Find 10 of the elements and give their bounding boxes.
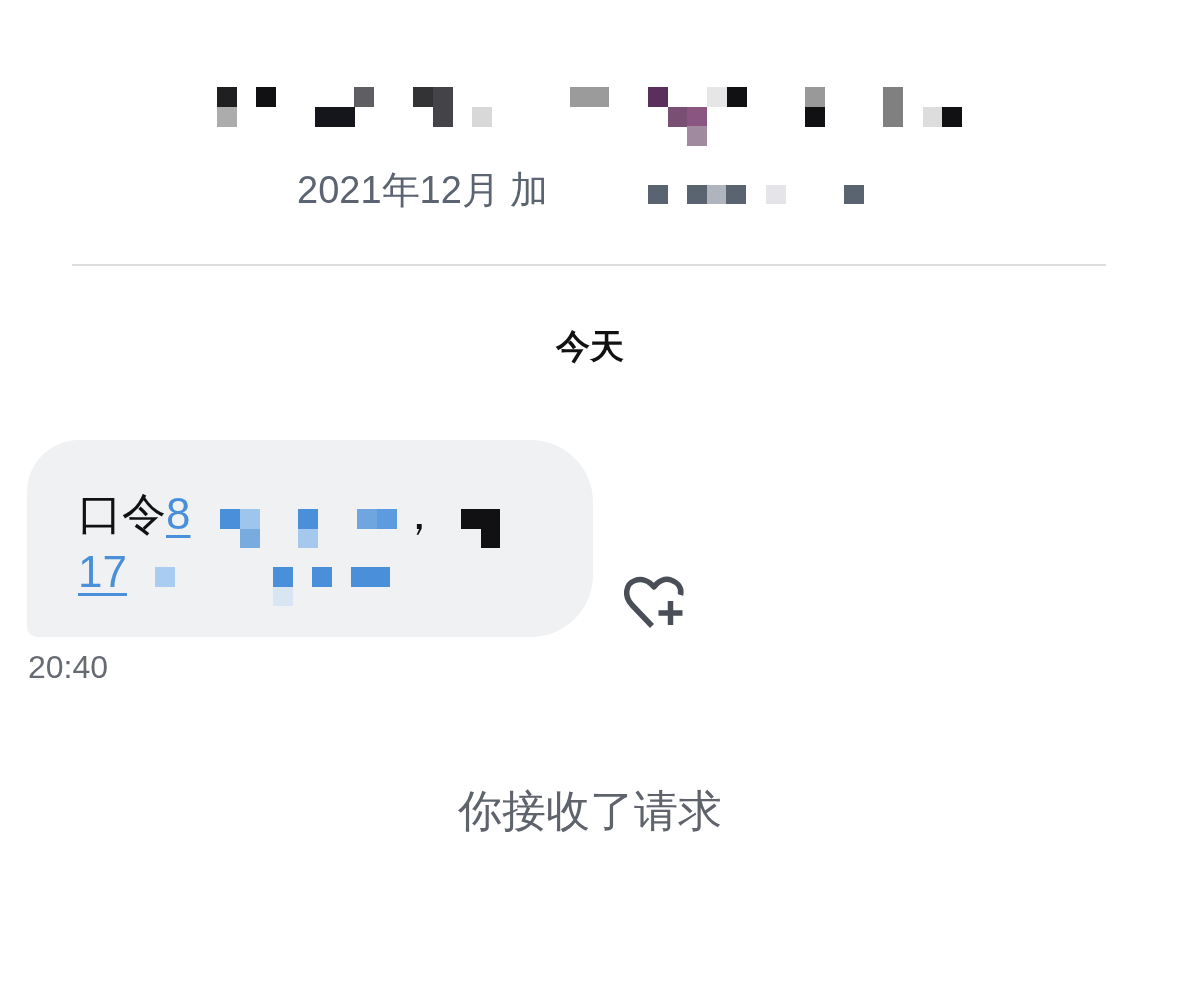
system-notice: 你接收了请求	[457, 785, 722, 836]
message-time: 20:40	[28, 648, 109, 685]
date-text: 2021年12月 加	[297, 167, 549, 212]
message-text: ，	[396, 487, 441, 540]
pixelation-drawing	[460, 508, 501, 548]
message-text: 口令	[78, 487, 166, 540]
date-separator: 今天	[555, 325, 624, 366]
message-link[interactable]: 8	[166, 484, 191, 543]
heart-plus-icon[interactable]	[623, 574, 685, 629]
message-link[interactable]: 17	[78, 542, 127, 601]
